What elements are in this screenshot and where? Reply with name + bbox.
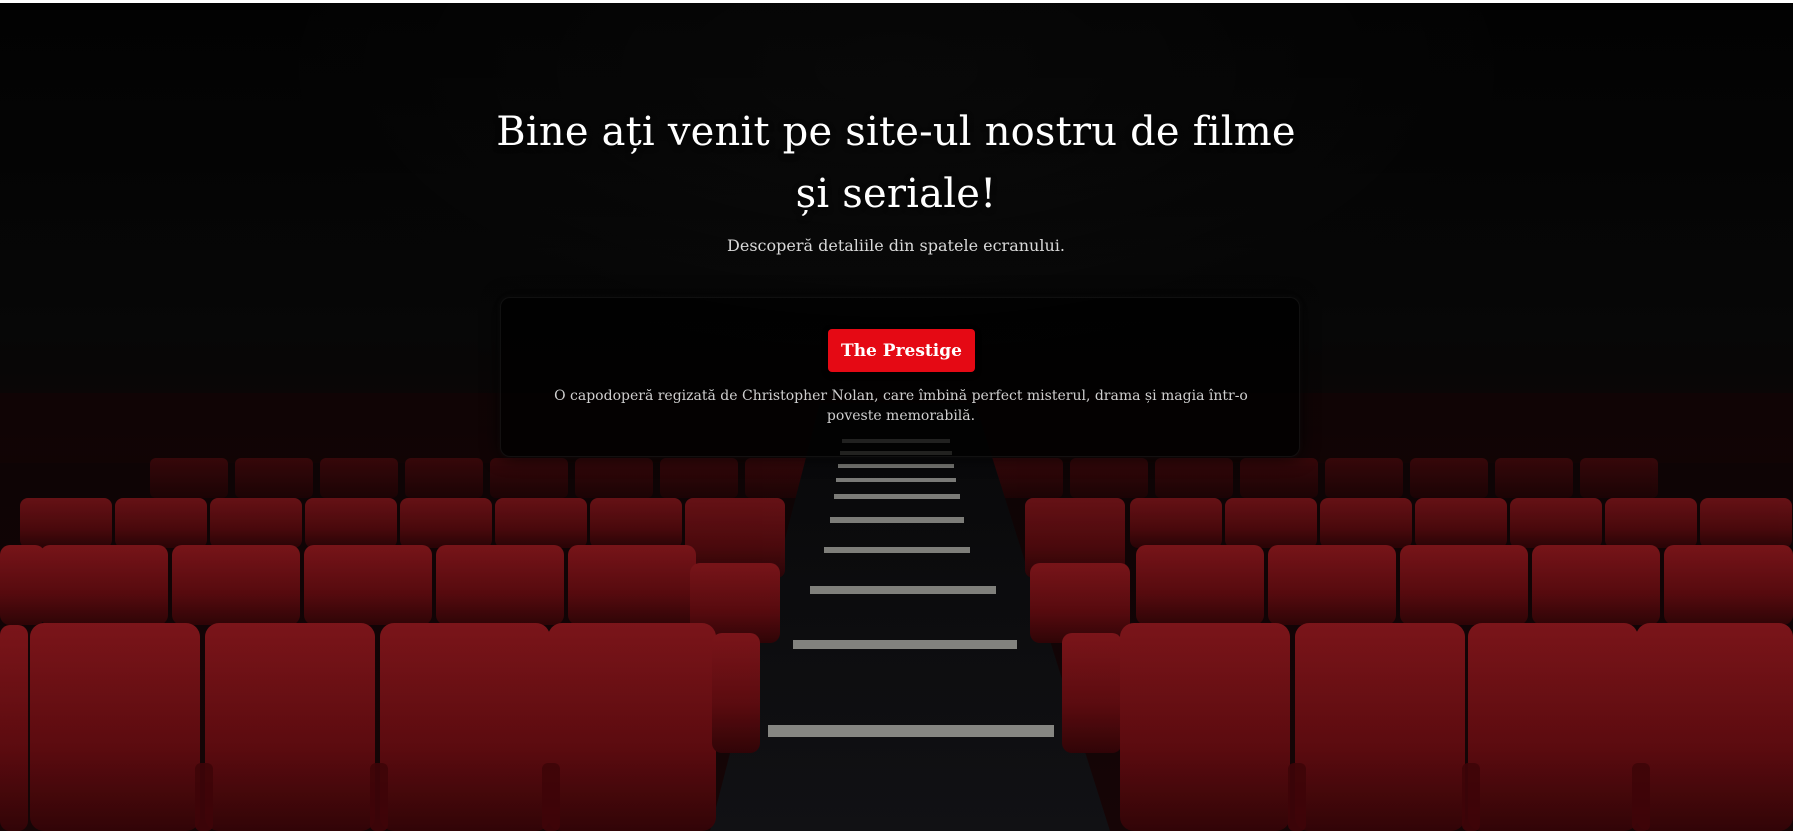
page-title-line-2: și seriale! (795, 171, 997, 217)
featured-movie-description: O capodoperă regizată de Christopher Nol… (554, 388, 1248, 424)
featured-movie-card: The Prestige O capodoperă regizată de Ch… (500, 297, 1300, 457)
featured-movie-button[interactable]: The Prestige (828, 329, 975, 372)
page-title-line-1: Bine ați venit pe site-ul nostru de film… (496, 109, 1296, 155)
page-viewport: Bine ați venit pe site-ul nostru de film… (0, 3, 1793, 831)
page-title: Bine ați venit pe site-ul nostru de film… (446, 101, 1346, 225)
page-subtitle: Descoperă detaliile din spatele ecranulu… (727, 236, 1065, 255)
